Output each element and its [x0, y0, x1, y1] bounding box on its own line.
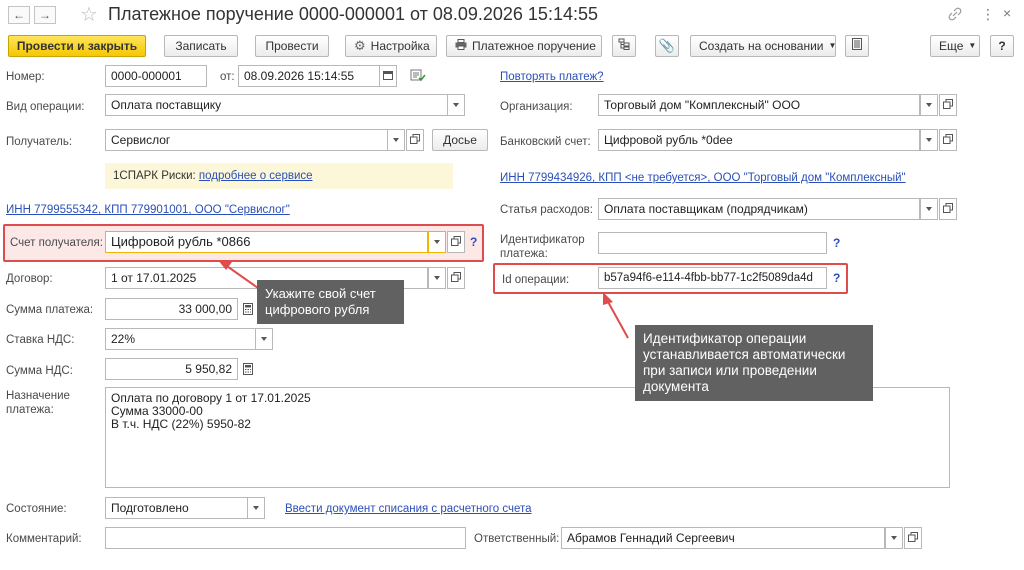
operation-id-hint-callout: Идентификатор операции устанавливается а… — [635, 325, 873, 401]
annotation-arrows — [218, 260, 629, 339]
recipient-account-hint-callout: Укажите свой счет цифрового рубля — [257, 280, 404, 324]
